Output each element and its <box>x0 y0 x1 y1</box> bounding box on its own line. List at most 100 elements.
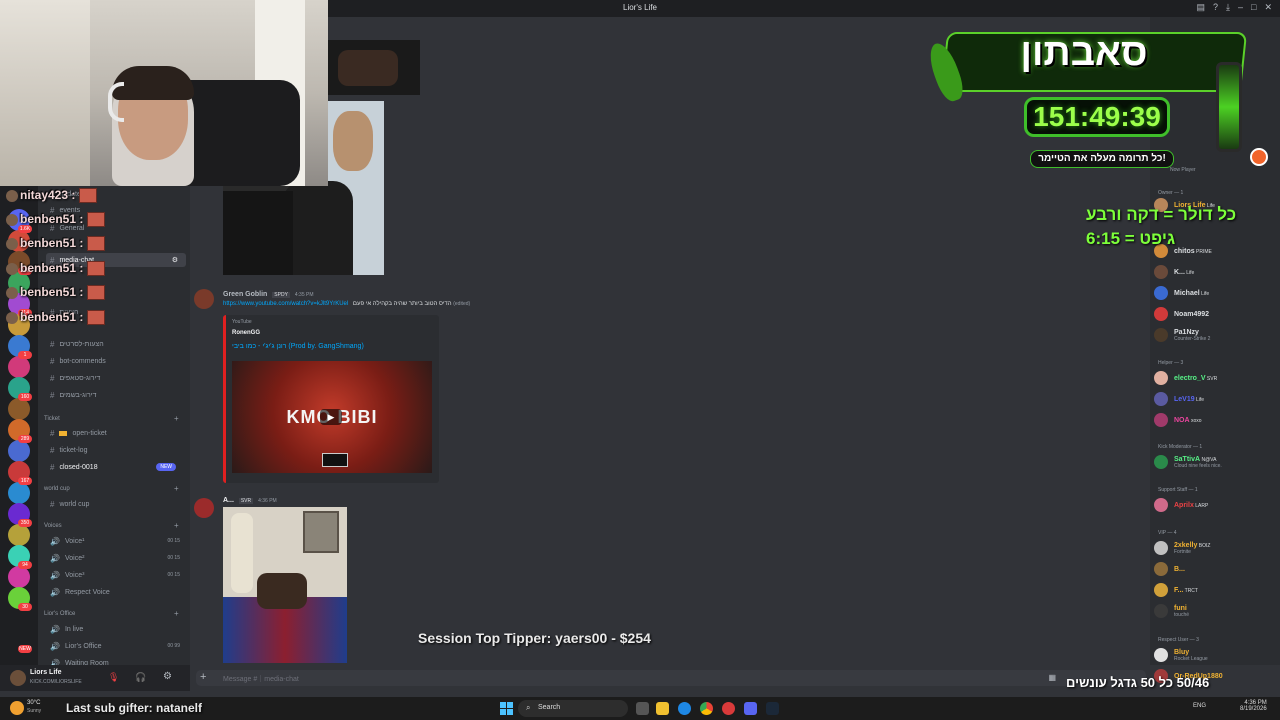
category-liors-office[interactable]: Lior's Office + <box>44 609 179 618</box>
discord-icon[interactable] <box>744 702 757 715</box>
weather-icon[interactable] <box>10 701 24 715</box>
play-icon[interactable]: ▶ <box>320 409 342 425</box>
server-icon[interactable] <box>8 440 30 462</box>
channel-item[interactable]: # הצעות-לסרטים <box>46 337 186 351</box>
windows-taskbar: 30°C Sunny Last sub gifter: natanelf ⌕ S… <box>0 697 1280 720</box>
member-item[interactable]: K... Life <box>1154 263 1276 281</box>
message-link[interactable]: https://www.youtube.com/watch?v=kJlt9YrK… <box>223 301 348 307</box>
voice-channel-2[interactable]: 🔊 Voice² 00 15 <box>46 551 186 565</box>
add-channel-icon[interactable]: + <box>174 609 179 618</box>
channel-label: דירוג-בשמים <box>59 391 97 399</box>
member-item[interactable]: Aprilx LARP <box>1154 496 1276 514</box>
member-name: B... <box>1174 565 1185 573</box>
clock[interactable]: 4:36 PM 8/19/2026 <box>1240 700 1267 712</box>
member-tag: BOIZ <box>1197 542 1211 549</box>
add-channel-icon[interactable]: + <box>174 484 179 493</box>
avatar[interactable] <box>194 289 214 309</box>
embed-title[interactable]: רונן ג'יג'י - כמו ביבי (Prod by. GangShm… <box>232 343 364 350</box>
speaker-icon: 🔊 <box>50 624 60 634</box>
member-item[interactable]: B... <box>1154 560 1276 578</box>
avatar <box>1154 371 1168 385</box>
member-item[interactable]: F... TRCT <box>1154 581 1276 599</box>
user-panel: Liors Life KICK.COM/LIORSLIFE 🎙 🎧 ⚙ <box>0 665 190 691</box>
steam-icon[interactable] <box>766 702 779 715</box>
avatar[interactable] <box>194 498 214 518</box>
windows-start-icon[interactable] <box>500 702 513 715</box>
image-attachment[interactable] <box>223 507 347 663</box>
category-voices[interactable]: Voices + <box>44 521 179 530</box>
settings-gear-icon[interactable]: ⚙ <box>172 256 178 264</box>
channel-ticket-log[interactable]: # ticket-log <box>46 443 186 457</box>
member-group-header: Respect User — 3 <box>1158 637 1199 643</box>
message-input[interactable]: Message #｜media-chat <box>223 674 299 684</box>
settings-gear-icon[interactable]: ⚙ <box>163 671 172 682</box>
member-item[interactable]: funi touché <box>1154 602 1276 620</box>
edge-icon[interactable] <box>678 702 691 715</box>
notification-badge: 94 <box>18 561 32 569</box>
sub-badge-icon <box>6 262 18 275</box>
member-item[interactable]: 2xkelly BOIZ Fortnite <box>1154 539 1276 557</box>
category-ticket[interactable]: Ticket + <box>44 414 179 423</box>
member-item[interactable]: SaTtivA N@VA Cloud nine feels nice. <box>1154 453 1276 471</box>
embed-author[interactable]: RonenGG <box>232 330 260 336</box>
app-icon[interactable] <box>722 702 735 715</box>
language-indicator[interactable]: ENG <box>1193 703 1206 709</box>
chat-username: benben51 <box>20 310 80 324</box>
member-item[interactable]: Pa1Nzy Counter-Strike 2 <box>1154 326 1276 344</box>
avatar <box>1154 307 1168 321</box>
clock-date: 8/19/2026 <box>1240 706 1267 712</box>
member-name: Aprilx LARP <box>1174 501 1209 509</box>
gift-icon[interactable]: ▦ <box>1048 673 1056 682</box>
message-author[interactable]: Green Goblin <box>223 291 267 298</box>
server-icon[interactable] <box>8 482 30 504</box>
hash-icon: # <box>50 373 55 383</box>
notification-badge: NEW <box>18 645 32 653</box>
voice-channel-3[interactable]: 🔊 Voice³ 00 15 <box>46 568 186 582</box>
server-icon[interactable] <box>8 398 30 420</box>
channel-label: הצעות-לסרטים <box>59 340 104 348</box>
taskbar-search[interactable]: ⌕ Search <box>518 700 628 717</box>
channel-world-cup[interactable]: # world cup <box>46 497 186 511</box>
emote-icon <box>86 261 105 277</box>
message-composer[interactable]: + Message #｜media-chat ▦ <box>196 670 1146 686</box>
hash-icon: # <box>50 462 55 472</box>
channel-item[interactable]: # bot-commends <box>46 354 186 368</box>
add-channel-icon[interactable]: + <box>174 414 179 423</box>
message-author[interactable]: A... <box>223 497 234 504</box>
punishment-goal: 50/46 כל 50 גדגל עונשים <box>1066 675 1210 690</box>
member-item[interactable]: LeV19 Life <box>1154 390 1276 408</box>
member-item[interactable]: Bluy Rocket League <box>1154 646 1276 664</box>
voice-channel-respect[interactable]: 🔊 Respect Voice <box>46 585 186 599</box>
voice-channel-in-live[interactable]: 🔊 In live <box>46 622 186 636</box>
member-item[interactable]: NOA xoxo <box>1154 411 1276 429</box>
voice-channel-liors-office[interactable]: 🔊 Lior's Office 00 99 <box>46 639 186 653</box>
channel-item[interactable]: # דירוג-בשמים <box>46 388 186 402</box>
server-icon[interactable] <box>8 524 30 546</box>
chrome-icon[interactable] <box>700 702 713 715</box>
channel-closed-0018[interactable]: # closed-0018 NEW <box>46 460 186 474</box>
add-channel-icon[interactable]: + <box>174 521 179 530</box>
member-item[interactable]: Michael Life <box>1154 284 1276 302</box>
voice-channel-1[interactable]: 🔊 Voice¹ 00 15 <box>46 534 186 548</box>
member-item[interactable]: Noam4992 <box>1154 305 1276 323</box>
headphones-icon[interactable]: 🎧 <box>135 672 146 683</box>
channel-item[interactable]: # דירוג-סטאפים <box>46 371 186 385</box>
server-icon[interactable] <box>8 356 30 378</box>
server-icon[interactable] <box>8 566 30 588</box>
category-world-cup[interactable]: world cup + <box>44 484 179 493</box>
mute-icon[interactable]: 🎙 <box>108 672 119 683</box>
hash-icon: # <box>50 445 55 455</box>
chat-separator: : <box>71 188 79 202</box>
member-name: electro_V SVR <box>1174 374 1218 382</box>
image-attachment[interactable] <box>328 40 420 95</box>
youtube-embed: YouTube RonenGG רונן ג'יג'י - כמו ביבי (… <box>223 315 439 483</box>
message-timestamp: 4:36 PM <box>258 498 277 504</box>
file-explorer-icon[interactable] <box>656 702 669 715</box>
add-attachment-icon[interactable]: + <box>200 671 206 683</box>
avatar[interactable] <box>10 670 26 686</box>
video-thumbnail[interactable]: KMO BIBI ▶ <box>232 361 432 473</box>
webcam-feed <box>0 0 328 186</box>
member-item[interactable]: electro_V SVR <box>1154 369 1276 387</box>
channel-open-ticket[interactable]: # open-ticket <box>46 426 186 440</box>
task-view-icon[interactable] <box>636 702 649 715</box>
